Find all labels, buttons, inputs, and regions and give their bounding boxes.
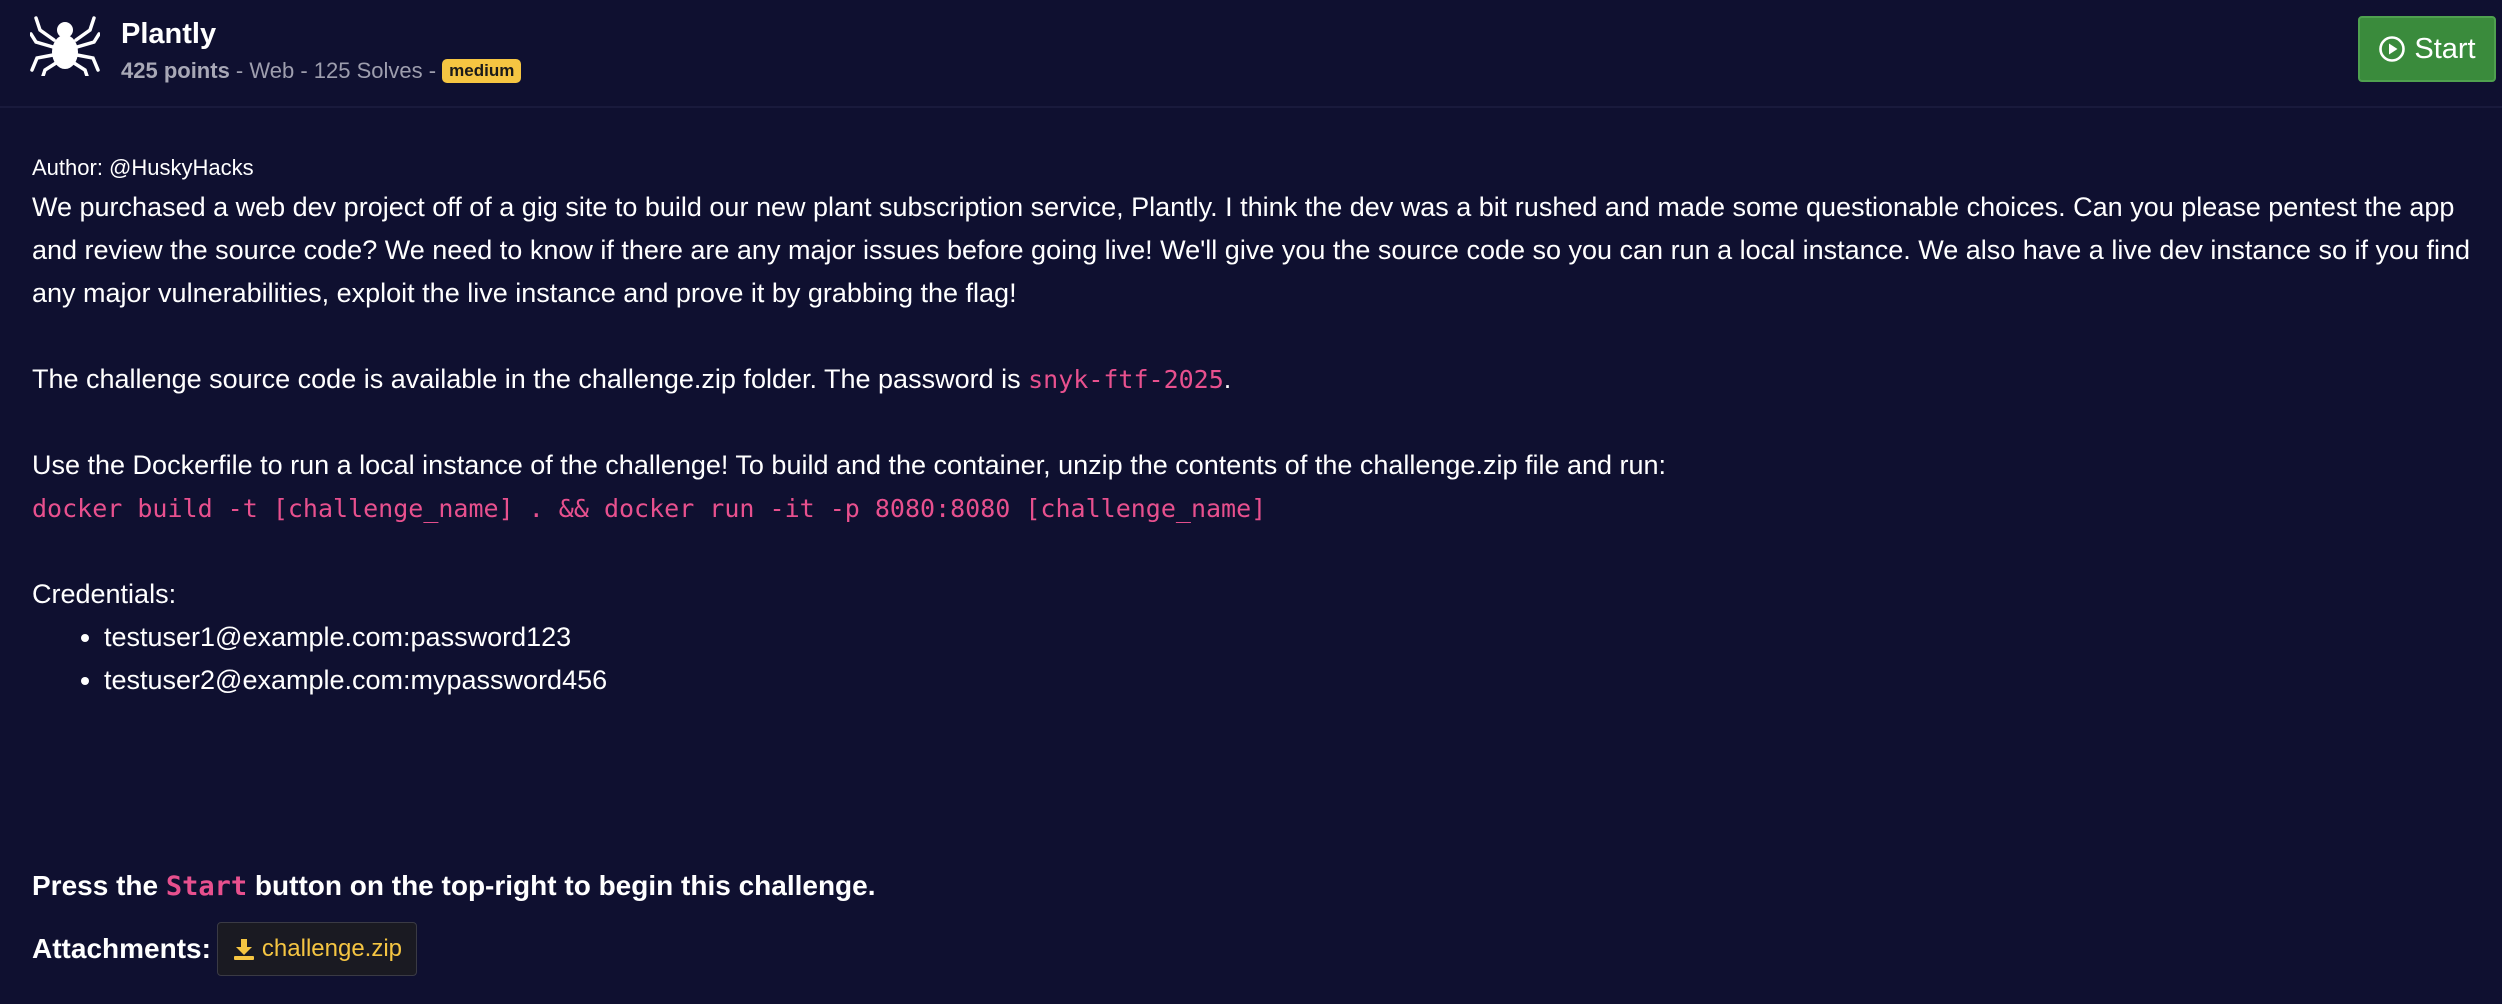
- credential-item: testuser2@example.com:mypassword456: [104, 659, 2482, 702]
- start-instruction-prefix: Press the: [32, 870, 166, 901]
- difficulty-badge: medium: [442, 59, 522, 83]
- credentials-list: testuser1@example.com:password123 testus…: [32, 616, 2482, 702]
- source-text: The challenge source code is available i…: [32, 364, 1029, 394]
- start-button-label: Start: [2414, 32, 2476, 65]
- challenge-header: Plantly 425 points - Web - 125 Solves - …: [0, 0, 2502, 108]
- password-code: snyk-ftf-2025: [1028, 365, 1224, 394]
- start-instruction-suffix: button on the top-right to begin this ch…: [247, 870, 876, 901]
- source-paragraph: The challenge source code is available i…: [32, 358, 2482, 401]
- challenge-description: Author: @HuskyHacks We purchased a web d…: [32, 150, 2482, 702]
- intro-paragraph: We purchased a web dev project off of a …: [32, 192, 2471, 308]
- start-instruction-code: Start: [165, 871, 248, 902]
- attachments-row: Attachments: challenge.zip: [32, 922, 418, 976]
- credentials-label: Credentials:: [32, 579, 177, 609]
- challenge-title: Plantly: [121, 18, 217, 50]
- challenge-meta-text: - Web - 125 Solves -: [229, 58, 443, 83]
- author-line: Author: @HuskyHacks: [32, 155, 254, 180]
- attachment-filename: challenge.zip: [261, 935, 403, 962]
- docker-intro: Use the Dockerfile to run a local instan…: [32, 450, 1667, 480]
- docker-command: docker build -t [challenge_name] . && do…: [32, 494, 1267, 523]
- source-suffix: .: [1223, 364, 1232, 394]
- challenge-meta: 425 points - Web - 125 Solves - medium: [121, 56, 522, 86]
- play-circle-icon: [2379, 36, 2406, 62]
- spider-icon: [29, 14, 101, 78]
- start-instruction: Press the Start button on the top-right …: [32, 866, 876, 907]
- challenge-points: 425 points: [121, 58, 230, 83]
- start-button[interactable]: Start: [2358, 16, 2496, 82]
- attachments-label: Attachments:: [32, 933, 211, 964]
- credential-item: testuser1@example.com:password123: [104, 616, 2482, 659]
- attachment-download-button[interactable]: challenge.zip: [216, 922, 418, 976]
- download-icon: [233, 939, 254, 960]
